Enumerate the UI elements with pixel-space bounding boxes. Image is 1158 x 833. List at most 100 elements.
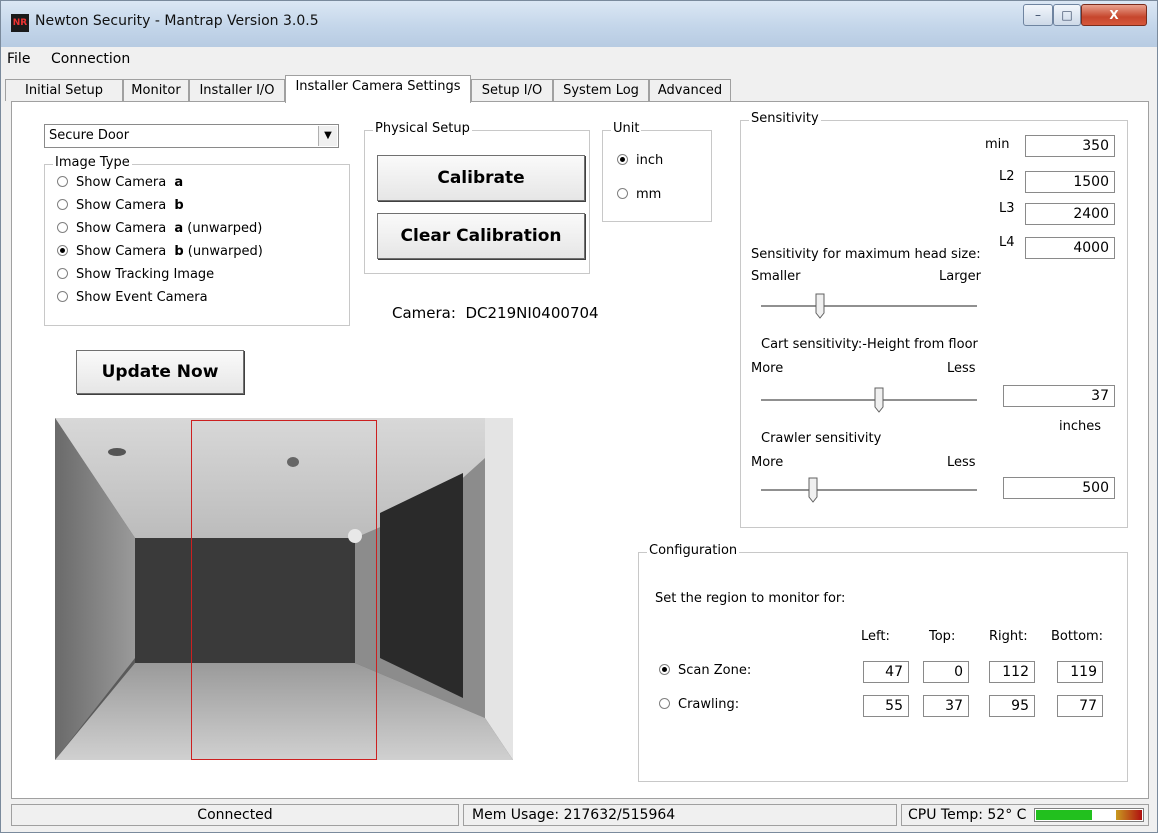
- camera-id: Camera: DC219NI0400704: [392, 304, 599, 322]
- image-type-option[interactable]: Show Event Camera: [57, 290, 208, 305]
- radio-icon: [57, 199, 68, 210]
- door-select-value: Secure Door: [49, 128, 130, 143]
- l2-label: L2: [999, 169, 1015, 184]
- head-size-max-label: Larger: [939, 269, 981, 284]
- image-type-option-suffix: (unwarped): [183, 244, 263, 259]
- scan-zone-right-field[interactable]: 112: [989, 661, 1035, 683]
- configuration-label: Configuration: [647, 543, 740, 558]
- image-type-option-bold: a: [174, 175, 184, 190]
- cart-height-field[interactable]: 37: [1003, 385, 1115, 407]
- l4-label: L4: [999, 235, 1015, 250]
- l4-field[interactable]: 4000: [1025, 237, 1115, 259]
- tab-setup-io[interactable]: Setup I/O: [471, 79, 553, 101]
- min-field[interactable]: 350: [1025, 135, 1115, 157]
- unit-inch-label: inch: [636, 153, 664, 168]
- image-type-option-prefix: Show Camera: [76, 198, 171, 213]
- cpu-temp-label: CPU Temp: 52° C: [908, 807, 1027, 823]
- update-now-button[interactable]: Update Now: [76, 350, 244, 394]
- cart-more-label: More: [751, 361, 784, 376]
- chevron-down-icon[interactable]: ▼: [318, 126, 337, 146]
- radio-icon: [57, 222, 68, 233]
- cart-sensitivity-slider[interactable]: [761, 387, 977, 413]
- physical-setup-group: Physical Setup Calibrate Clear Calibrati…: [364, 121, 590, 274]
- scan-zone-bottom-field[interactable]: 119: [1057, 661, 1103, 683]
- radio-selected-icon: [57, 245, 68, 256]
- status-bar: Connected Mem Usage: 217632/515964 CPU T…: [1, 801, 1157, 832]
- tab-installer-camera-settings[interactable]: Installer Camera Settings: [285, 75, 471, 103]
- unit-mm-label: mm: [636, 187, 662, 202]
- image-type-option-prefix: Show Camera: [76, 221, 171, 236]
- image-type-option[interactable]: Show Camera b (unwarped): [57, 244, 263, 259]
- image-type-option-bold: a: [174, 221, 184, 236]
- menu-connection[interactable]: Connection: [51, 51, 130, 67]
- cpu-temp-panel: CPU Temp: 52° C: [901, 804, 1149, 826]
- minimize-icon: –: [1035, 8, 1041, 22]
- radio-icon: [659, 698, 670, 709]
- tab-initial-setup[interactable]: Initial Setup: [5, 79, 123, 101]
- unit-mm-radio[interactable]: mm: [617, 187, 661, 202]
- radio-selected-icon: [617, 154, 628, 165]
- head-size-slider[interactable]: [761, 293, 977, 319]
- slider-thumb-icon[interactable]: [815, 293, 825, 319]
- slider-track: [761, 489, 977, 492]
- clear-calibration-button[interactable]: Clear Calibration: [377, 213, 585, 259]
- crawling-top-field[interactable]: 37: [923, 695, 969, 717]
- connection-status: Connected: [11, 804, 459, 826]
- l2-field[interactable]: 1500: [1025, 171, 1115, 193]
- cart-unit-label: inches: [1059, 419, 1102, 434]
- head-size-title: Sensitivity for maximum head size:: [751, 247, 981, 262]
- image-type-option[interactable]: Show Camera a (unwarped): [57, 221, 262, 236]
- image-type-option-bold: b: [174, 244, 184, 259]
- unit-inch-radio[interactable]: inch: [617, 153, 663, 168]
- slider-thumb-icon[interactable]: [874, 387, 884, 413]
- door-select[interactable]: Secure Door ▼: [44, 124, 339, 148]
- slider-track: [761, 305, 977, 308]
- minimize-button[interactable]: –: [1023, 4, 1053, 26]
- image-type-option[interactable]: Show Tracking Image: [57, 267, 214, 282]
- unit-label: Unit: [611, 121, 642, 136]
- slider-thumb-icon[interactable]: [808, 477, 818, 503]
- scan-zone-top-field[interactable]: 0: [923, 661, 969, 683]
- selection-rectangle[interactable]: [191, 420, 377, 760]
- scan-zone-radio[interactable]: Scan Zone:: [659, 663, 751, 678]
- app-window: NR Newton Security - Mantrap Version 3.0…: [0, 0, 1158, 833]
- close-button[interactable]: X: [1081, 4, 1147, 26]
- head-size-min-label: Smaller: [751, 269, 801, 284]
- image-type-option[interactable]: Show Camera a: [57, 175, 183, 190]
- camera-label: Camera:: [392, 304, 456, 322]
- image-type-option-prefix: Show Camera: [76, 244, 171, 259]
- title-bar[interactable]: NR Newton Security - Mantrap Version 3.0…: [1, 1, 1157, 47]
- configuration-prompt: Set the region to monitor for:: [655, 591, 846, 606]
- scan-zone-left-field[interactable]: 47: [863, 661, 909, 683]
- crawling-bottom-field[interactable]: 77: [1057, 695, 1103, 717]
- col-left-header: Left:: [861, 629, 890, 644]
- calibrate-button[interactable]: Calibrate: [377, 155, 585, 201]
- radio-icon: [617, 188, 628, 199]
- tab-installer-io[interactable]: Installer I/O: [189, 79, 285, 101]
- sensitivity-label: Sensitivity: [749, 111, 821, 126]
- tab-monitor[interactable]: Monitor: [123, 79, 189, 101]
- image-type-option[interactable]: Show Camera b: [57, 198, 184, 213]
- memory-usage: Mem Usage: 217632/515964: [463, 804, 897, 826]
- crawler-sensitivity-slider[interactable]: [761, 477, 977, 503]
- tab-system-log[interactable]: System Log: [553, 79, 649, 101]
- crawling-radio[interactable]: Crawling:: [659, 697, 739, 712]
- maximize-button[interactable]: □: [1053, 4, 1081, 26]
- crawler-field[interactable]: 500: [1003, 477, 1115, 499]
- col-top-header: Top:: [929, 629, 956, 644]
- cart-less-label: Less: [947, 361, 976, 376]
- l3-field[interactable]: 2400: [1025, 203, 1115, 225]
- scan-zone-label: Scan Zone:: [678, 663, 752, 678]
- cart-sensitivity-title: Cart sensitivity:-Height from floor: [761, 337, 978, 352]
- image-type-label: Image Type: [53, 155, 132, 170]
- crawling-left-field[interactable]: 55: [863, 695, 909, 717]
- tab-advanced[interactable]: Advanced: [649, 79, 731, 101]
- image-type-option-prefix: Show Tracking Image: [76, 267, 215, 282]
- physical-setup-label: Physical Setup: [373, 121, 472, 136]
- menu-file[interactable]: File: [7, 51, 30, 67]
- crawling-right-field[interactable]: 95: [989, 695, 1035, 717]
- image-type-option-bold: b: [174, 198, 184, 213]
- camera-image[interactable]: [55, 418, 513, 760]
- menu-bar: File Connection: [1, 49, 1157, 71]
- l3-label: L3: [999, 201, 1015, 216]
